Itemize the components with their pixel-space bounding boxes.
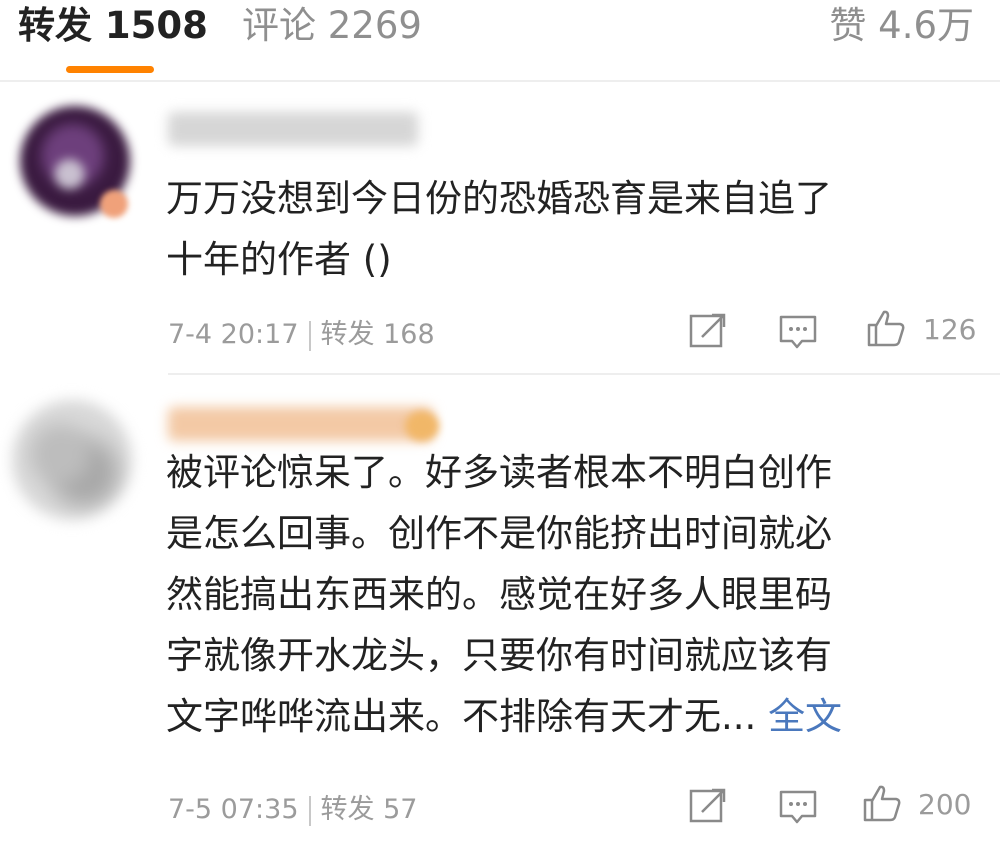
comment-icon[interactable] [778,311,818,351]
username-blurred[interactable] [168,407,433,441]
comment-text-truncated: 文字哗哗流出来。不排除有天才无... [166,695,757,738]
list-item: 万万没想到今日份的恐婚恐育是来自追了 十年的作者 () 7-4 20:17 转发 … [0,82,1000,372]
comment-text-line: 字就像开水龙头，只要你有时间就应该有 [166,634,832,677]
avatar[interactable] [12,400,132,520]
comment-text-line: 被评论惊呆了。好多读者根本不明白创作 [166,451,832,494]
user-badge-icon [100,190,128,218]
tab-bar: 转发 1508 评论 2269 赞 4.6万 [0,0,1000,80]
thumbs-up-icon[interactable] [862,783,902,823]
meta-divider [308,320,311,351]
comment-date: 7-5 07:35 [168,794,299,825]
share-icon[interactable] [688,786,728,826]
tab-like[interactable]: 赞 4.6万 [829,6,974,46]
repost-count[interactable]: 转发 57 [321,794,418,825]
comment-date: 7-4 20:17 [168,319,299,350]
full-text-link[interactable]: 全文 [768,695,842,738]
like-count: 126 [923,313,977,346]
comment-text-line: 文字哗哗流出来。不排除有天才无... 全文 [166,686,966,747]
comment-meta: 7-4 20:17 转发 168 [168,312,435,351]
comment-text: 被评论惊呆了。好多读者根本不明白创作 是怎么回事。创作不是你能挤出时间就必 然能… [166,442,966,747]
comment-icon[interactable] [778,786,818,826]
thumbs-up-icon[interactable] [866,308,906,348]
tab-repost[interactable]: 转发 1508 [18,6,208,46]
tab-comment[interactable]: 评论 2269 [242,6,422,46]
comment-text-line: 万万没想到今日份的恐婚恐育是来自追了 [166,177,832,220]
like-count: 200 [918,788,972,821]
comment-meta: 7-5 07:35 转发 57 [168,787,417,826]
comment-text: 万万没想到今日份的恐婚恐育是来自追了 十年的作者 () [166,168,966,290]
comment-text-line: 然能搞出东西来的。感觉在好多人眼里码 [166,573,832,616]
meta-divider [308,795,311,826]
user-badge-icon [405,411,439,441]
comment-text-line: 十年的作者 () [166,238,392,281]
username-blurred[interactable] [168,112,418,146]
active-tab-indicator [66,66,154,73]
comment-text-line: 是怎么回事。创作不是你能挤出时间就必 [166,512,832,555]
list-item: 被评论惊呆了。好多读者根本不明白创作 是怎么回事。创作不是你能挤出时间就必 然能… [0,375,1000,846]
repost-count[interactable]: 转发 168 [321,319,435,350]
share-icon[interactable] [688,311,728,351]
